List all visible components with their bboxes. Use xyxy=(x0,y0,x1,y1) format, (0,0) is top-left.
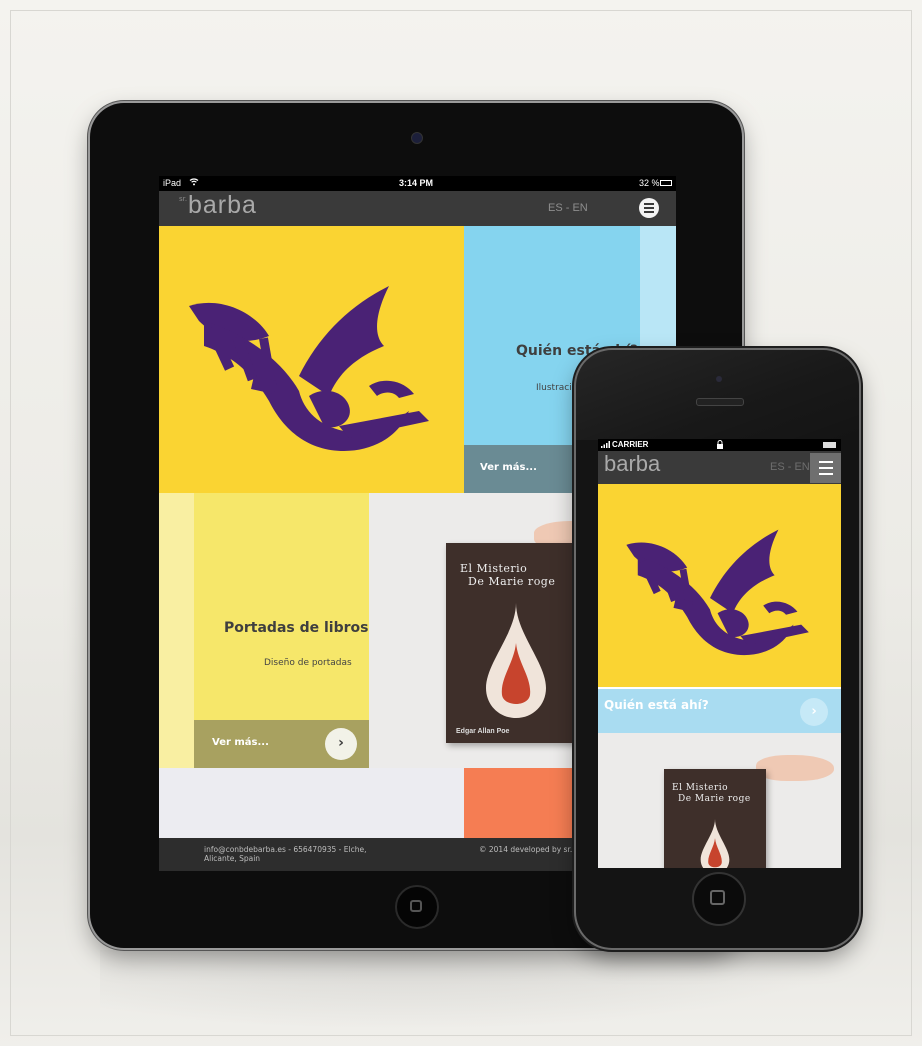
portadas-more-link[interactable]: Ver más... xyxy=(212,737,269,748)
iphone-status-bar: CARRIER xyxy=(598,439,841,451)
iphone-illustration-tile[interactable] xyxy=(598,484,841,687)
battery-icon xyxy=(823,442,836,448)
illustration-tile[interactable] xyxy=(159,226,464,493)
bird-illustration xyxy=(626,529,809,656)
book-title-line1: El Misterio xyxy=(460,562,528,575)
wifi-icon xyxy=(189,177,199,188)
hamburger-icon[interactable] xyxy=(810,453,841,483)
device-label: iPad xyxy=(163,178,182,188)
iphone-quien-tile[interactable]: Quién está ahí? › xyxy=(598,689,841,733)
book-cover-image: El Misterio De Marie roge Edgar Allan Po… xyxy=(446,543,591,743)
iphone-home-button[interactable] xyxy=(692,872,746,926)
device-reflection xyxy=(100,950,860,1030)
book-author: Edgar Allan Poe xyxy=(456,728,510,735)
iphone-site-nav: barba ES - EN xyxy=(598,451,841,484)
signal-icon xyxy=(601,440,611,450)
battery-percent: 32 % xyxy=(639,178,660,188)
portadas-tile[interactable]: Portadas de libros Diseño de portadas Ve… xyxy=(194,493,369,768)
carrier-name: CARRIER xyxy=(612,440,649,449)
hand-image xyxy=(756,755,834,781)
ipad-home-button[interactable] xyxy=(395,885,439,929)
iphone-camera xyxy=(716,376,722,382)
pale-yellow-strip xyxy=(159,493,194,768)
footer-contact-line2: Alicante, Spain xyxy=(204,854,261,863)
portadas-more-bar[interactable]: Ver más... › xyxy=(194,720,369,768)
iphone-screen: CARRIER barba ES - EN Quién está ahí? › … xyxy=(598,439,841,868)
logo-prefix: sr. xyxy=(179,195,188,203)
portadas-subtitle: Diseño de portadas xyxy=(264,658,352,668)
iphone-book-photo-tile[interactable]: El Misterio De Marie roge xyxy=(598,733,841,868)
footer-copyright: © 2014 developed by sr.bar xyxy=(479,845,585,854)
bird-illustration xyxy=(189,286,429,451)
language-switcher[interactable]: ES - EN xyxy=(548,202,588,214)
battery-icon xyxy=(660,180,672,186)
iphone-quien-title: Quién está ahí? xyxy=(604,698,709,712)
book-cover-image: El Misterio De Marie roge xyxy=(664,769,766,868)
iphone-site-logo[interactable]: barba xyxy=(604,451,660,477)
status-time: 3:14 PM xyxy=(399,178,434,188)
book-title-line2: De Marie roge xyxy=(468,575,556,588)
blood-drop-icon xyxy=(486,603,546,718)
blood-drop-icon xyxy=(700,819,730,868)
portadas-title: Portadas de libros xyxy=(224,620,369,636)
book-title-line2: De Marie roge xyxy=(678,794,751,804)
chevron-right-icon[interactable]: › xyxy=(800,698,828,726)
iphone-glare xyxy=(576,350,859,440)
hamburger-icon[interactable] xyxy=(639,198,659,218)
ipad-status-bar: iPad 3:14 PM 32 % xyxy=(159,176,676,191)
iphone-device: CARRIER barba ES - EN Quién está ahí? › … xyxy=(576,350,859,948)
site-nav: sr. barba ES - EN xyxy=(159,191,676,226)
site-logo[interactable]: barba xyxy=(188,191,257,220)
iphone-language-switcher[interactable]: ES - EN xyxy=(770,461,810,473)
iphone-speaker xyxy=(696,398,744,406)
lock-icon xyxy=(716,440,724,451)
footer-contact-line1: info@conbdebarba.es - 656470935 - Elche, xyxy=(204,845,367,854)
ipad-camera xyxy=(411,132,423,144)
quien-more-link[interactable]: Ver más... xyxy=(480,462,537,473)
chevron-right-icon[interactable]: › xyxy=(325,728,357,760)
gray-tile xyxy=(159,768,464,838)
book-title-line1: El Misterio xyxy=(672,783,729,793)
